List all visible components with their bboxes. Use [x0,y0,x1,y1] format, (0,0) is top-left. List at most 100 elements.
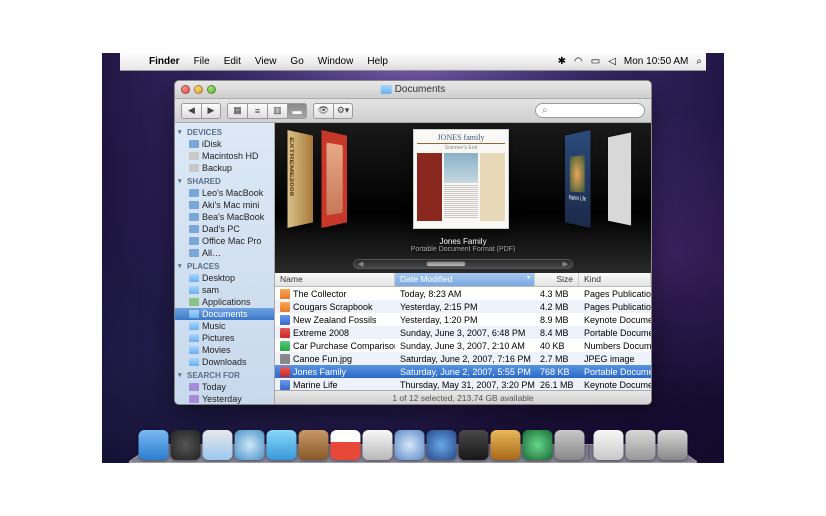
dock-ical-icon[interactable] [331,430,361,460]
dock-documents-stack-icon[interactable] [594,430,624,460]
kind-column-header[interactable]: Kind [579,273,651,286]
file-date: Thursday, May 31, 2007, 3:20 PM [395,380,535,390]
dock-dashboard-icon[interactable] [171,430,201,460]
sidebar-section[interactable]: SHARED [175,174,274,187]
coverflow-item[interactable] [608,132,631,225]
file-row[interactable]: The CollectorToday, 8:23 AM4.3 MBPages P… [275,287,651,300]
dock-finder-icon[interactable] [139,430,169,460]
sidebar-item[interactable]: Documents [175,308,274,320]
dock-timemachine-icon[interactable] [523,430,553,460]
dock-addressbook-icon[interactable] [299,430,329,460]
coverflow-item[interactable] [565,130,590,228]
sidebar-item[interactable]: Applications [175,296,274,308]
menu-edit[interactable]: Edit [217,56,248,67]
sidebar-item[interactable]: Bea's MacBook [175,211,274,223]
sidebar-item[interactable]: Downloads [175,356,274,368]
search-field[interactable] [535,103,645,118]
title-bar[interactable]: Documents [175,81,651,99]
sidebar-item[interactable]: Yesterday [175,393,274,404]
spotlight-icon[interactable]: ⌕ [692,56,706,67]
size-column-header[interactable]: Size [535,273,579,286]
file-row[interactable]: Canoe Fun.jpgSaturday, June 2, 2007, 7:1… [275,352,651,365]
view-buttons: ▦ ≡ ▥ ▬ [227,103,307,119]
menu-window[interactable]: Window [311,56,361,67]
dock-trash-icon[interactable] [658,430,688,460]
scrubber-thumb[interactable] [426,261,466,267]
minimize-button[interactable] [194,85,203,94]
net-icon [189,213,199,221]
coverflow-focused-item[interactable]: JONES family Summer's End [413,129,509,229]
hd-icon [189,152,199,160]
clock[interactable]: Mon 10:50 AM [620,56,692,67]
sidebar-item[interactable]: Movies [175,344,274,356]
file-row[interactable]: New Zealand FossilsYesterday, 1:20 PM8.9… [275,313,651,326]
dock-downloads-stack-icon[interactable] [626,430,656,460]
file-date: Sunday, June 3, 2007, 6:48 PM [395,328,535,338]
sidebar-item[interactable]: Aki's Mac mini [175,199,274,211]
name-column-header[interactable]: Name [275,273,395,286]
bluetooth-icon[interactable]: ✱ [554,56,570,67]
sidebar-section[interactable]: SEARCH FOR [175,368,274,381]
coverflow-item[interactable] [288,130,313,228]
file-row[interactable]: Cougars ScrapbookYesterday, 2:15 PM4.2 M… [275,300,651,313]
zoom-button[interactable] [207,85,216,94]
app-menu[interactable]: Finder [142,56,187,67]
dock-quicktime-icon[interactable] [427,430,457,460]
back-button[interactable]: ◀ [181,103,201,119]
list-view-button[interactable]: ≡ [247,103,267,119]
sidebar-item[interactable]: Desktop [175,272,274,284]
sidebar-item[interactable]: Macintosh HD [175,150,274,162]
file-size: 2.7 MB [535,354,579,364]
menu-go[interactable]: Go [283,56,310,67]
sidebar-item[interactable]: Office Mac Pro [175,235,274,247]
icon-view-button[interactable]: ▦ [227,103,247,119]
dock-preview-icon[interactable] [363,430,393,460]
sidebar-item[interactable]: Leo's MacBook [175,187,274,199]
sidebar-item[interactable]: Music [175,320,274,332]
sidebar-item[interactable]: Dad's PC [175,223,274,235]
file-row[interactable]: Car Purchase ComparisonSunday, June 3, 2… [275,339,651,352]
sidebar-item[interactable]: All… [175,247,274,259]
battery-icon[interactable]: ▭ [587,56,604,67]
dock-ichat-icon[interactable] [267,430,297,460]
coverflow-view-button[interactable]: ▬ [287,103,307,119]
dock-sysprefs-icon[interactable] [555,430,585,460]
dock-mail-icon[interactable] [203,430,233,460]
net-icon [189,237,199,245]
quicklook-button[interactable]: 👁 [313,103,333,119]
fold-icon [189,334,199,342]
file-row[interactable]: Marine LifeThursday, May 31, 2007, 3:20 … [275,378,651,390]
sidebar-section[interactable]: DEVICES [175,125,274,138]
coverflow-item[interactable] [322,130,347,228]
sidebar-item[interactable]: Pictures [175,332,274,344]
date-column-header[interactable]: Date Modified [395,273,535,286]
menu-file[interactable]: File [187,56,217,67]
volume-icon[interactable]: ◁ [604,56,620,67]
coverflow-scrubber[interactable] [353,259,573,269]
file-row[interactable]: Jones FamilySaturday, June 2, 2007, 5:55… [275,365,651,378]
sidebar-item[interactable]: Backup [175,162,274,174]
file-list: Name Date Modified Size Kind The Collect… [275,273,651,390]
sidebar-item[interactable]: sam [175,284,274,296]
action-button[interactable]: ⚙▾ [333,103,353,119]
menu-help[interactable]: Help [360,56,395,67]
airport-icon[interactable]: ◠ [570,56,587,67]
sidebar-item[interactable]: Today [175,381,274,393]
forward-button[interactable]: ▶ [201,103,221,119]
sidebar-section[interactable]: PLACES [175,259,274,272]
file-row[interactable]: Extreme 2008Sunday, June 3, 2007, 6:48 P… [275,326,651,339]
dock-spaces-icon[interactable] [459,430,489,460]
file-size: 8.9 MB [535,315,579,325]
file-size: 8.4 MB [535,328,579,338]
coverflow-view[interactable]: JONES family Summer's End Jones Family P… [275,123,651,273]
dock-itunes-icon[interactable] [395,430,425,460]
dock-safari-icon[interactable] [235,430,265,460]
file-name: Jones Family [293,367,346,377]
sidebar-item[interactable]: iDisk [175,138,274,150]
file-icon [280,354,290,364]
column-view-button[interactable]: ▥ [267,103,287,119]
menu-view[interactable]: View [248,56,284,67]
dock-garageband-icon[interactable] [491,430,521,460]
file-name: Cougars Scrapbook [293,302,373,312]
close-button[interactable] [181,85,190,94]
